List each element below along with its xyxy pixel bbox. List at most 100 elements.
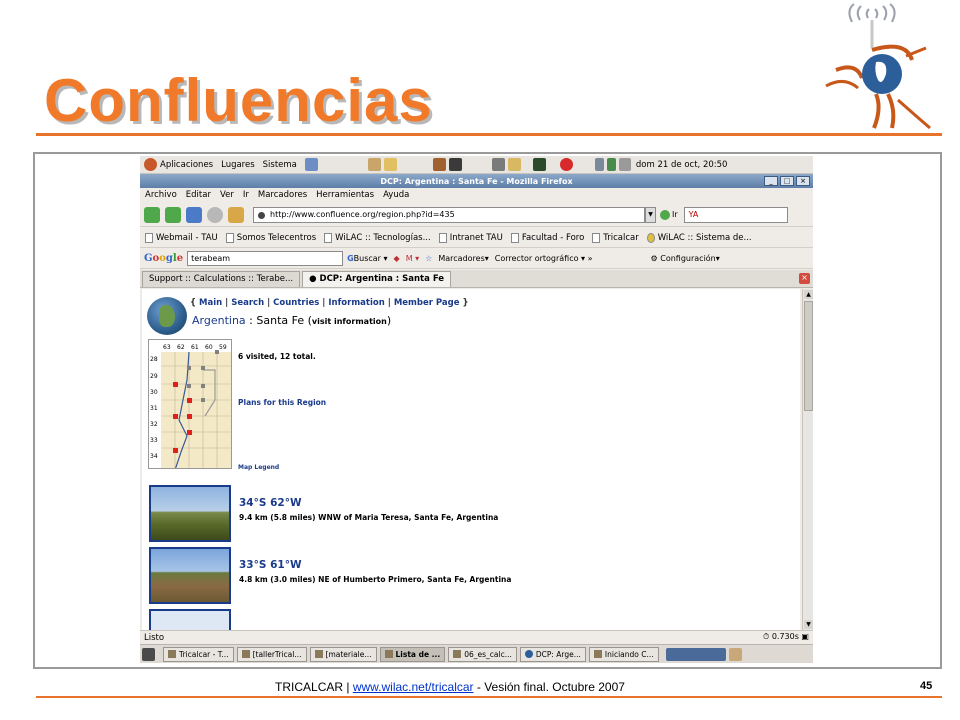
- footer-divider: [36, 696, 942, 698]
- monitor-icon[interactable]: [532, 158, 546, 171]
- slide-title: Confluencias: [44, 67, 433, 134]
- go-button[interactable]: Ir: [672, 210, 678, 219]
- map-legend-link[interactable]: Map Legend: [238, 464, 279, 471]
- taskbar-item[interactable]: DCP: Arge...: [519, 646, 586, 662]
- power-icon[interactable]: [559, 158, 573, 171]
- volume-icon[interactable]: [618, 158, 631, 171]
- bookmark-item[interactable]: Tricalcar: [592, 232, 639, 243]
- bookmark-item[interactable]: WiLAC :: Sistema de...: [646, 232, 752, 243]
- nav-countries-link[interactable]: Countries: [273, 298, 319, 308]
- image-editor-icon[interactable]: [432, 158, 446, 171]
- close-icon[interactable]: ×: [796, 176, 810, 186]
- close-tab-icon[interactable]: ×: [799, 273, 810, 284]
- tab-support-calculations[interactable]: Support :: Calculations :: Terabe...: [142, 270, 301, 287]
- reload-icon[interactable]: [186, 206, 202, 223]
- search-input[interactable]: YA: [683, 206, 788, 223]
- menu-aplicaciones[interactable]: Aplicaciones: [160, 160, 213, 170]
- google-logo[interactable]: Google: [144, 253, 183, 264]
- country-link[interactable]: Argentina: [192, 314, 246, 327]
- app-icon: [453, 650, 462, 658]
- plans-link[interactable]: Plans for this Region: [238, 398, 326, 407]
- bookmark-item[interactable]: WiLAC :: Tecnologías...: [324, 232, 431, 243]
- terminal-icon[interactable]: [448, 158, 462, 171]
- scroll-down-icon[interactable]: ▼: [804, 620, 813, 629]
- gnome-foot-icon[interactable]: [144, 158, 157, 171]
- menu-archivo[interactable]: Archivo: [145, 190, 177, 200]
- scroll-thumb[interactable]: [804, 301, 813, 411]
- menu-ver[interactable]: Ver: [220, 190, 234, 200]
- edit-launcher-icon[interactable]: [383, 158, 397, 171]
- help-icon[interactable]: [304, 158, 318, 171]
- vertical-scrollbar[interactable]: ▲ ▼: [802, 289, 813, 630]
- workspace-switcher[interactable]: [665, 647, 726, 661]
- taskbar-item[interactable]: Tricalcar - T...: [163, 646, 234, 662]
- nav-member-page-link[interactable]: Member Page: [394, 298, 460, 308]
- bookmark-item[interactable]: Intranet TAU: [438, 232, 503, 243]
- window-titlebar: DCP: Argentina : Santa Fe - Mozilla Fire…: [140, 174, 813, 188]
- confluence-photo[interactable]: [149, 547, 231, 604]
- mail-launcher-icon[interactable]: [367, 158, 381, 171]
- go-icon[interactable]: [660, 209, 670, 220]
- gmail-icon[interactable]: M ▾: [406, 254, 419, 263]
- taskbar-item[interactable]: [materiale...: [309, 646, 377, 662]
- taskbar-item[interactable]: Lista de ...: [379, 646, 446, 662]
- forward-icon[interactable]: [165, 206, 181, 223]
- taskbar-item[interactable]: [tallerTrical...: [236, 646, 307, 662]
- back-icon[interactable]: [144, 206, 160, 223]
- maximize-icon[interactable]: □: [780, 176, 794, 186]
- buscar-button[interactable]: GBuscar ▾: [347, 254, 387, 263]
- stop-icon[interactable]: [207, 206, 223, 223]
- map-row-label: 28: [150, 356, 158, 363]
- bookmark-item[interactable]: Somos Telecentros: [225, 232, 316, 243]
- scroll-up-icon[interactable]: ▲: [804, 290, 813, 299]
- menu-marcadores[interactable]: Marcadores: [258, 190, 307, 200]
- taskbar: Tricalcar - T... [tallerTrical... [mater…: [140, 644, 813, 663]
- spellcheck-button[interactable]: Corrector ortográfico ▾ »: [495, 254, 593, 263]
- taskbar-item[interactable]: Iniciando C...: [588, 646, 659, 662]
- menu-sistema[interactable]: Sistema: [263, 160, 297, 170]
- configuracion-button[interactable]: ⚙ Configuración▾: [651, 254, 720, 263]
- visit-information-link[interactable]: visit information: [312, 317, 387, 326]
- show-desktop-icon[interactable]: [142, 647, 155, 661]
- app-icon: [314, 650, 323, 658]
- bookmark-item[interactable]: Webmail - TAU: [145, 232, 218, 243]
- tab-dcp-argentina[interactable]: ● DCP: Argentina : Santa Fe: [302, 270, 452, 287]
- bookmark-page-icon: [438, 232, 447, 243]
- nav-information-link[interactable]: Information: [328, 298, 384, 308]
- url-input[interactable]: http://www.confluence.org/region.php?id=…: [253, 206, 645, 223]
- footer-link[interactable]: www.wilac.net/tricalcar: [353, 680, 474, 694]
- map-row-label: 30: [150, 389, 158, 396]
- url-dropdown-icon[interactable]: ▼: [645, 206, 656, 223]
- menu-ayuda[interactable]: Ayuda: [383, 190, 409, 200]
- calculator-icon[interactable]: [491, 158, 505, 171]
- minimize-icon[interactable]: _: [764, 176, 778, 186]
- window-controls: _ □ ×: [764, 176, 810, 186]
- folder-launcher-icon[interactable]: [507, 158, 521, 171]
- tray-icon[interactable]: [594, 158, 604, 171]
- trash-icon[interactable]: [728, 647, 742, 661]
- tray-network-icon[interactable]: [606, 158, 616, 171]
- nav-main-link[interactable]: Main: [199, 298, 222, 308]
- google-search-input[interactable]: terabeam: [187, 251, 344, 266]
- star-icon[interactable]: ☆: [425, 254, 432, 263]
- menu-editar[interactable]: Editar: [186, 190, 211, 200]
- taskbar-item[interactable]: 06_es_calc...: [448, 646, 517, 662]
- bookmark-item[interactable]: Facultad - Foro: [510, 232, 584, 243]
- menu-ir[interactable]: Ir: [243, 190, 249, 200]
- app-icon: [384, 650, 393, 658]
- region-map[interactable]: 63 62 61 60 59 28 29 30 31 32 33 34: [148, 339, 232, 469]
- nav-search-link[interactable]: Search: [231, 298, 264, 308]
- status-text: Listo: [144, 632, 165, 643]
- map-row-label: 34: [150, 453, 158, 460]
- home-icon[interactable]: [228, 206, 244, 223]
- highlight-icon[interactable]: ◆: [394, 254, 400, 263]
- panel-clock[interactable]: dom 21 de oct, 20:50: [636, 160, 728, 170]
- map-col-label: 59: [219, 344, 227, 351]
- confluence-coord-link[interactable]: 34°S 62°W: [239, 497, 302, 509]
- confluence-photo[interactable]: [149, 609, 231, 630]
- confluence-photo[interactable]: [149, 485, 231, 542]
- confluence-coord-link[interactable]: 33°S 61°W: [239, 559, 302, 571]
- menu-lugares[interactable]: Lugares: [221, 160, 255, 170]
- menu-herramientas[interactable]: Herramientas: [316, 190, 374, 200]
- marcadores-button[interactable]: Marcadores▾: [438, 254, 488, 263]
